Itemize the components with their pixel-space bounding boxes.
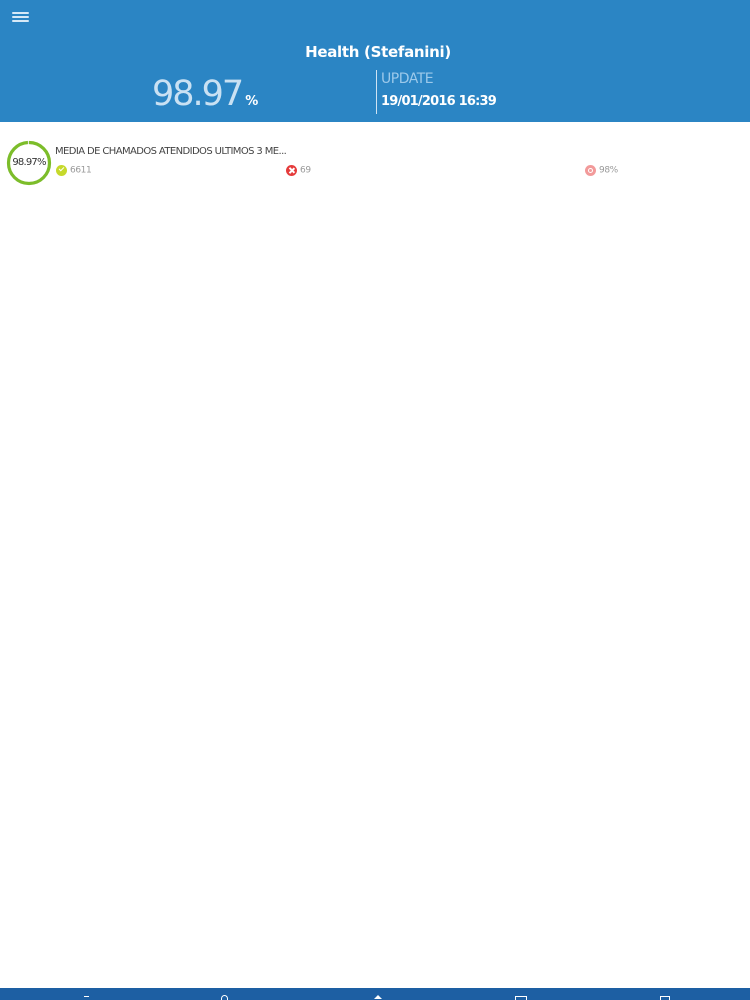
fail-count: 69 — [300, 165, 311, 176]
home-icon[interactable] — [372, 994, 384, 1000]
ok-stat: 6611 — [56, 165, 92, 179]
target-icon — [585, 165, 596, 176]
list-item[interactable]: 98.97% MEDIA DE CHAMADOS ATENDIDOS ULTIM… — [0, 122, 750, 186]
menu-line — [12, 16, 29, 18]
update-timestamp: 19/01/2016 16:39 — [381, 94, 497, 109]
page-title: Health (Stefanini) — [305, 43, 451, 61]
gauge-percentage: 98.97% — [12, 157, 46, 168]
menu-line — [12, 20, 29, 22]
target-value: 98% — [599, 165, 618, 176]
app-screen: Health (Stefanini) 98.97% UPDATE 19/01/2… — [0, 0, 750, 1000]
ok-count: 6611 — [70, 165, 92, 176]
indicator-list: 98.97% MEDIA DE CHAMADOS ATENDIDOS ULTIM… — [0, 122, 750, 186]
kpi-summary: 98.97% — [152, 74, 258, 118]
fail-stat: 69 — [286, 165, 311, 179]
header-divider — [376, 70, 377, 114]
window-icon[interactable] — [514, 994, 527, 1000]
check-circle-icon — [56, 165, 67, 176]
hamburger-menu-icon[interactable] — [11, 9, 31, 25]
x-circle-icon — [286, 165, 297, 176]
share-icon[interactable] — [658, 994, 670, 1000]
menu-line — [12, 12, 29, 14]
kpi-value: 98.97 — [152, 74, 244, 114]
header-bar: Health (Stefanini) 98.97% UPDATE 19/01/2… — [0, 0, 750, 122]
back-icon[interactable] — [80, 994, 92, 1000]
target-stat: 98% — [585, 165, 618, 179]
kpi-unit: % — [245, 94, 259, 109]
refresh-icon[interactable] — [218, 994, 230, 1000]
update-label: UPDATE — [381, 71, 434, 87]
bottom-nav-bar — [0, 988, 750, 1000]
indicator-title: MEDIA DE CHAMADOS ATENDIDOS ULTIMOS 3 ME… — [55, 146, 287, 157]
